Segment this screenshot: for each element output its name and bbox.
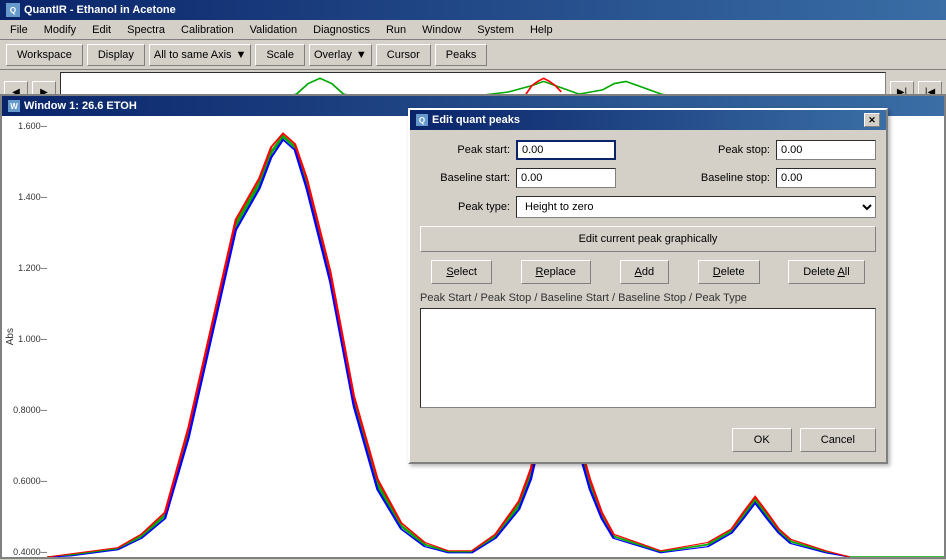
scale-button[interactable]: Scale (255, 44, 305, 66)
menu-edit[interactable]: Edit (86, 22, 117, 38)
edit-quant-peaks-dialog: Q Edit quant peaks ✕ Peak start: Peak st… (408, 108, 888, 464)
peak-start-label: Peak start: (420, 144, 510, 156)
y-axis-ticks: 1.600─ 1.400─ 1.200─ 1.000─ 0.8000─ 0.60… (12, 121, 47, 557)
dropdown-arrow-icon: ▼ (236, 49, 247, 61)
peak-stop-label: Peak stop: (680, 144, 770, 156)
workspace-button[interactable]: Workspace (6, 44, 83, 66)
app-icon: Q (6, 3, 20, 17)
action-buttons: Select Replace Add Delete Delete All (420, 260, 876, 284)
baseline-stop-input[interactable] (776, 168, 876, 188)
dialog-footer: OK Cancel (410, 428, 886, 462)
delete-button[interactable]: Delete (698, 260, 760, 284)
overlay-select[interactable]: Overlay ▼ (309, 44, 372, 66)
window-title: Window 1: 26.6 ETOH (24, 100, 137, 112)
display-button[interactable]: Display (87, 44, 145, 66)
baseline-stop-label: Baseline stop: (680, 172, 770, 184)
dialog-body: Peak start: Peak stop: Baseline start: B… (410, 130, 886, 428)
edit-peak-graphically-button[interactable]: Edit current peak graphically (420, 226, 876, 252)
menu-run[interactable]: Run (380, 22, 412, 38)
y-tick-0800: 0.8000─ (12, 405, 47, 415)
menu-bar: File Modify Edit Spectra Calibration Val… (0, 20, 946, 40)
menu-system[interactable]: System (471, 22, 520, 38)
add-button[interactable]: Add (620, 260, 670, 284)
menu-window[interactable]: Window (416, 22, 467, 38)
menu-modify[interactable]: Modify (38, 22, 82, 38)
peak-type-row: Peak type: Height to zero Height to base… (420, 196, 876, 218)
baseline-start-input[interactable] (516, 168, 616, 188)
y-tick-1600: 1.600─ (12, 121, 47, 131)
peak-stop-input[interactable] (776, 140, 876, 160)
menu-file[interactable]: File (4, 22, 34, 38)
baseline-row: Baseline start: Baseline stop: (420, 168, 876, 188)
peak-start-input[interactable] (516, 140, 616, 160)
axis-select[interactable]: All to same Axis ▼ (149, 44, 252, 66)
menu-calibration[interactable]: Calibration (175, 22, 240, 38)
app-title: QuantIR - Ethanol in Acetone (24, 4, 176, 16)
baseline-start-label: Baseline start: (420, 172, 510, 184)
menu-validation[interactable]: Validation (244, 22, 304, 38)
y-tick-0400: 0.4000─ (12, 547, 47, 557)
peak-start-row: Peak start: Peak stop: (420, 140, 876, 160)
ok-button[interactable]: OK (732, 428, 792, 452)
toolbar: Workspace Display All to same Axis ▼ Sca… (0, 40, 946, 70)
cursor-button[interactable]: Cursor (376, 44, 431, 66)
peaks-list-label: Peak Start / Peak Stop / Baseline Start … (420, 292, 876, 304)
delete-all-button[interactable]: Delete All (788, 260, 864, 284)
peaks-list[interactable] (420, 308, 876, 408)
select-button[interactable]: Select (431, 260, 492, 284)
app-title-bar: Q QuantIR - Ethanol in Acetone (0, 0, 946, 20)
dialog-title-text: Edit quant peaks (432, 114, 520, 126)
replace-button[interactable]: Replace (521, 260, 591, 284)
menu-help[interactable]: Help (524, 22, 559, 38)
dialog-title-bar: Q Edit quant peaks ✕ (410, 110, 886, 130)
y-tick-1400: 1.400─ (12, 192, 47, 202)
y-tick-1000: 1.000─ (12, 334, 47, 344)
peak-type-select[interactable]: Height to zero Height to baseline Area t… (516, 196, 876, 218)
peaks-button[interactable]: Peaks (435, 44, 488, 66)
menu-spectra[interactable]: Spectra (121, 22, 171, 38)
y-tick-1200: 1.200─ (12, 263, 47, 273)
menu-diagnostics[interactable]: Diagnostics (307, 22, 376, 38)
dialog-close-button[interactable]: ✕ (864, 113, 880, 127)
dialog-icon: Q (416, 114, 428, 126)
y-tick-0600: 0.6000─ (12, 476, 47, 486)
cancel-button[interactable]: Cancel (800, 428, 876, 452)
window-icon: W (8, 100, 20, 112)
peak-type-label: Peak type: (420, 201, 510, 213)
overlay-dropdown-icon: ▼ (356, 49, 367, 61)
